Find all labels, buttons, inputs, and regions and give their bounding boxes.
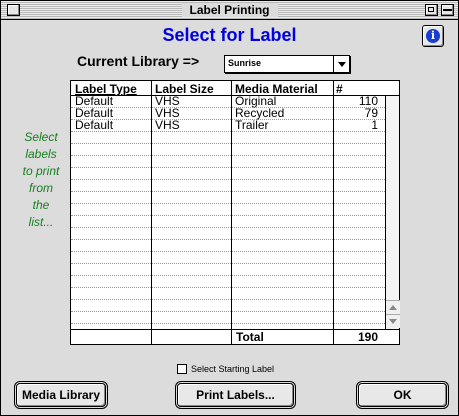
cell-label-size: VHS <box>155 118 180 132</box>
instruction-line: from <box>29 181 53 195</box>
row-divider <box>71 167 385 168</box>
starting-label-text: Select Starting Label <box>191 364 275 374</box>
row-divider <box>71 215 385 216</box>
row-divider <box>71 287 385 288</box>
table-row[interactable]: Default VHS Original 110 <box>71 95 385 107</box>
label-table: Label Type Label Size Media Material # D… <box>70 80 400 345</box>
table-row[interactable]: Default VHS Trailer 1 <box>71 118 385 132</box>
instruction-line: the <box>32 198 50 212</box>
total-value: 190 <box>357 330 378 344</box>
library-selected-value: Sunrise <box>228 58 262 68</box>
collapse-box-icon[interactable] <box>441 4 454 16</box>
instruction-line: list... <box>28 215 54 229</box>
row-divider <box>71 299 385 300</box>
select-starting-label-option[interactable]: Select Starting Label <box>177 364 274 374</box>
table-row[interactable]: Default VHS Recycled 79 <box>71 107 385 119</box>
cell-label-type: Default <box>75 118 114 132</box>
column-header-count[interactable]: # <box>336 82 343 96</box>
info-icon: i <box>426 29 440 43</box>
current-library-label: Current Library => <box>77 53 200 69</box>
instruction-note: Select labels to print from the list... <box>13 129 69 231</box>
vertical-scrollbar[interactable] <box>385 96 400 329</box>
row-divider <box>71 311 385 312</box>
row-divider <box>71 131 385 132</box>
instruction-line: to print <box>22 164 60 178</box>
row-divider <box>71 155 385 156</box>
label-printing-window: Label Printing Select for Label i Curren… <box>0 0 459 416</box>
instruction-line: labels <box>25 147 57 161</box>
page-title: Select for Label <box>162 25 297 45</box>
print-labels-button[interactable]: Print Labels... <box>177 383 294 407</box>
cell-media-material: Trailer <box>235 118 269 132</box>
instruction-line: Select <box>24 130 58 144</box>
row-divider <box>71 263 385 264</box>
row-divider <box>71 203 385 204</box>
library-dropdown[interactable]: Sunrise <box>224 55 350 73</box>
row-divider <box>71 323 385 324</box>
total-label: Total <box>236 330 264 344</box>
row-divider <box>71 227 385 228</box>
total-row: Total 190 <box>71 329 399 344</box>
title-bar[interactable]: Label Printing <box>1 1 458 20</box>
chevron-down-icon[interactable] <box>333 56 349 72</box>
scroll-up-icon[interactable] <box>386 300 400 314</box>
window-title: Label Printing <box>181 3 278 17</box>
zoom-box-icon[interactable] <box>425 4 438 16</box>
scroll-down-icon[interactable] <box>386 314 400 328</box>
cell-count: 1 <box>371 118 378 132</box>
starting-label-checkbox[interactable] <box>177 364 187 374</box>
close-box-icon[interactable] <box>7 4 20 16</box>
row-divider <box>71 191 385 192</box>
row-divider <box>71 275 385 276</box>
row-divider <box>71 143 385 144</box>
info-button[interactable]: i <box>422 25 444 47</box>
ok-button[interactable]: OK <box>358 383 447 407</box>
row-divider <box>71 179 385 180</box>
row-divider <box>71 239 385 240</box>
row-divider <box>71 251 385 252</box>
media-library-button[interactable]: Media Library <box>16 383 106 407</box>
